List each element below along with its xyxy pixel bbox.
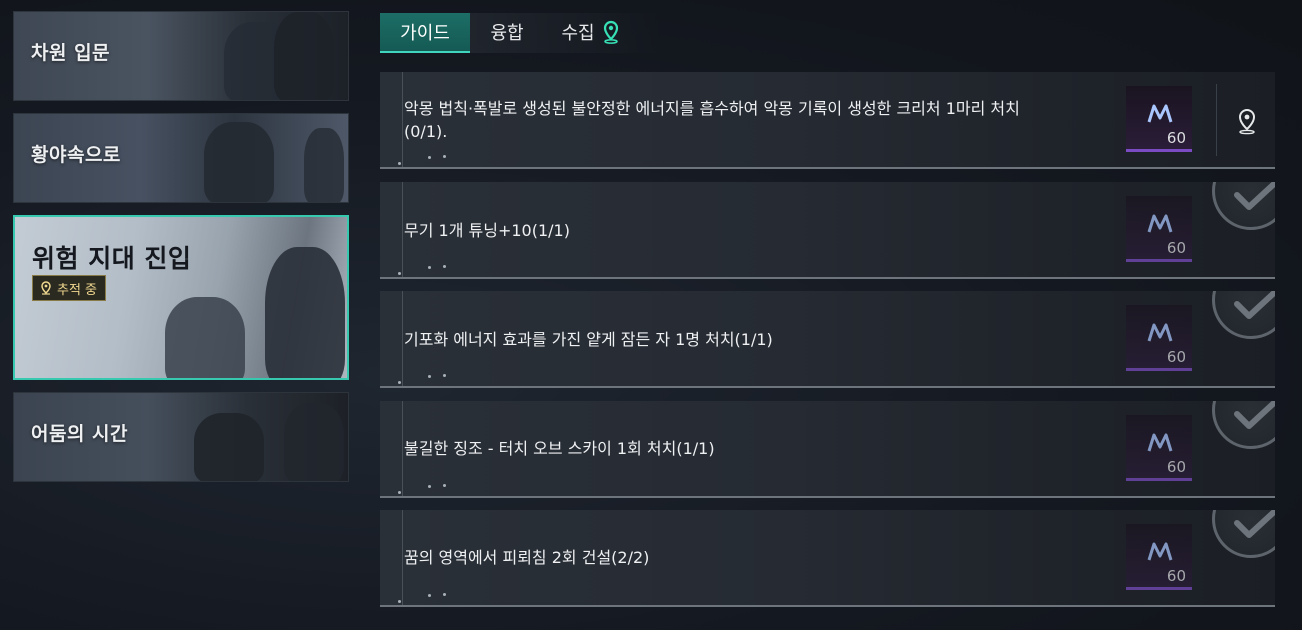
chapter-title: 차원 입문 xyxy=(31,42,111,64)
currency-n-icon xyxy=(1147,104,1173,123)
quest-reward: 60 xyxy=(1126,196,1192,262)
quest-reward: 60 xyxy=(1126,524,1192,590)
checkmark-icon xyxy=(1234,510,1275,538)
quest-reward: 60 xyxy=(1126,86,1192,152)
quest-row[interactable]: 악몽 법칙·폭발로 생성된 불안정한 에너지를 흡수하여 악몽 기록이 생성한 … xyxy=(380,72,1275,169)
divider xyxy=(1216,84,1217,156)
quest-description: 무기 1개 튜닝+10(1/1) xyxy=(404,221,570,240)
currency-n-icon xyxy=(1147,542,1173,561)
quest-description: 꿈의 영역에서 피뢰침 2회 건설(2/2) xyxy=(404,548,650,567)
chapter-card-3-selected[interactable]: 위험 지대 진입 추적 중 xyxy=(13,215,349,380)
quest-description: 불길한 징조 - 터치 오브 스카이 1회 처치(1/1) xyxy=(404,439,715,458)
tab-fusion[interactable]: 융합 xyxy=(472,13,542,51)
chapter-title: 황야속으로 xyxy=(31,144,121,166)
quest-row[interactable]: 꿈의 영역에서 피뢰침 2회 건설(2/2) 60 xyxy=(380,510,1275,607)
quest-reward: 60 xyxy=(1126,305,1192,371)
tab-label: 수집 xyxy=(561,23,595,44)
location-pin-icon xyxy=(1238,108,1256,135)
currency-n-icon xyxy=(1147,433,1173,452)
chapter-card-4[interactable]: 어둠의 시간 xyxy=(13,392,349,482)
tracking-badge: 추적 중 xyxy=(32,275,107,301)
reward-amount: 60 xyxy=(1166,348,1186,366)
location-pin-icon xyxy=(603,20,618,44)
chapter-title: 위험 지대 진입 xyxy=(32,244,192,273)
chapter-card-2[interactable]: 황야속으로 xyxy=(13,113,349,203)
tab-label: 융합 xyxy=(490,23,524,44)
completed-badge xyxy=(1212,291,1275,339)
completed-badge xyxy=(1212,510,1275,558)
tab-label: 가이드 xyxy=(400,23,450,44)
quest-row[interactable]: 불길한 징조 - 터치 오브 스카이 1회 처치(1/1) 60 xyxy=(380,401,1275,498)
reward-amount: 60 xyxy=(1166,129,1186,147)
chapter-card-1[interactable]: 차원 입문 xyxy=(13,11,349,101)
checkmark-icon xyxy=(1234,401,1275,429)
checkmark-icon xyxy=(1234,291,1275,319)
location-pin-icon xyxy=(41,281,51,295)
quest-description: 기포화 에너지 효과를 가진 얕게 잠든 자 1명 처치(1/1) xyxy=(404,330,773,349)
completed-badge xyxy=(1212,182,1275,230)
currency-n-icon xyxy=(1147,214,1173,233)
reward-amount: 60 xyxy=(1166,239,1186,257)
currency-n-icon xyxy=(1147,323,1173,342)
reward-amount: 60 xyxy=(1166,567,1186,585)
tab-bar: 가이드 융합 수집 xyxy=(380,13,660,53)
reward-amount: 60 xyxy=(1166,458,1186,476)
tracking-label: 추적 중 xyxy=(57,282,98,298)
checkmark-icon xyxy=(1234,182,1275,210)
chapter-title: 어둠의 시간 xyxy=(31,423,129,445)
completed-badge xyxy=(1212,401,1275,449)
tab-guide[interactable]: 가이드 xyxy=(380,13,470,53)
quest-row[interactable]: 무기 1개 튜닝+10(1/1) 60 xyxy=(380,182,1275,279)
track-location-button[interactable] xyxy=(1230,102,1264,140)
quest-description: 악몽 법칙·폭발로 생성된 불안정한 에너지를 흡수하여 악몽 기록이 생성한 … xyxy=(404,99,1020,141)
quest-row[interactable]: 기포화 에너지 효과를 가진 얕게 잠든 자 1명 처치(1/1) 60 xyxy=(380,291,1275,388)
quest-reward: 60 xyxy=(1126,415,1192,481)
tab-collect[interactable]: 수집 xyxy=(546,13,636,51)
